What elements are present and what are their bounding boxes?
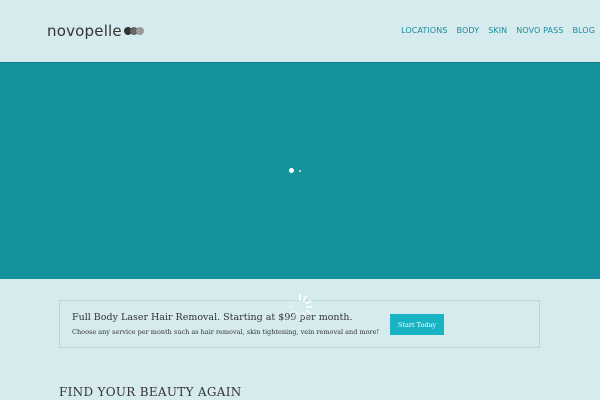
main-nav: LOCATIONS BODY SKIN NOVO PASS BLOG (401, 26, 595, 35)
site-header: novopelle LOCATIONS BODY SKIN NOVO PASS … (0, 0, 600, 62)
logo[interactable]: novopelle (47, 21, 144, 41)
slider-pagination (289, 168, 301, 173)
logo-text: novopelle (47, 22, 122, 40)
start-today-button[interactable]: Start Today (390, 314, 444, 335)
section-heading: FIND YOUR BEAUTY AGAIN (59, 385, 242, 399)
logo-dot-3 (135, 27, 144, 35)
logo-dots-icon (123, 27, 144, 35)
nav-locations[interactable]: LOCATIONS (401, 26, 447, 35)
promo-subtitle: Choose any service per month such as hai… (72, 328, 380, 336)
loading-spinner-icon (287, 294, 313, 320)
nav-blog[interactable]: BLOG (572, 26, 595, 35)
slide-dot-active[interactable] (289, 168, 294, 173)
hero-slider (0, 62, 600, 279)
nav-body[interactable]: BODY (457, 26, 480, 35)
nav-skin[interactable]: SKIN (488, 26, 507, 35)
slide-dot[interactable] (299, 169, 301, 172)
nav-novo-pass[interactable]: NOVO PASS (516, 26, 563, 35)
